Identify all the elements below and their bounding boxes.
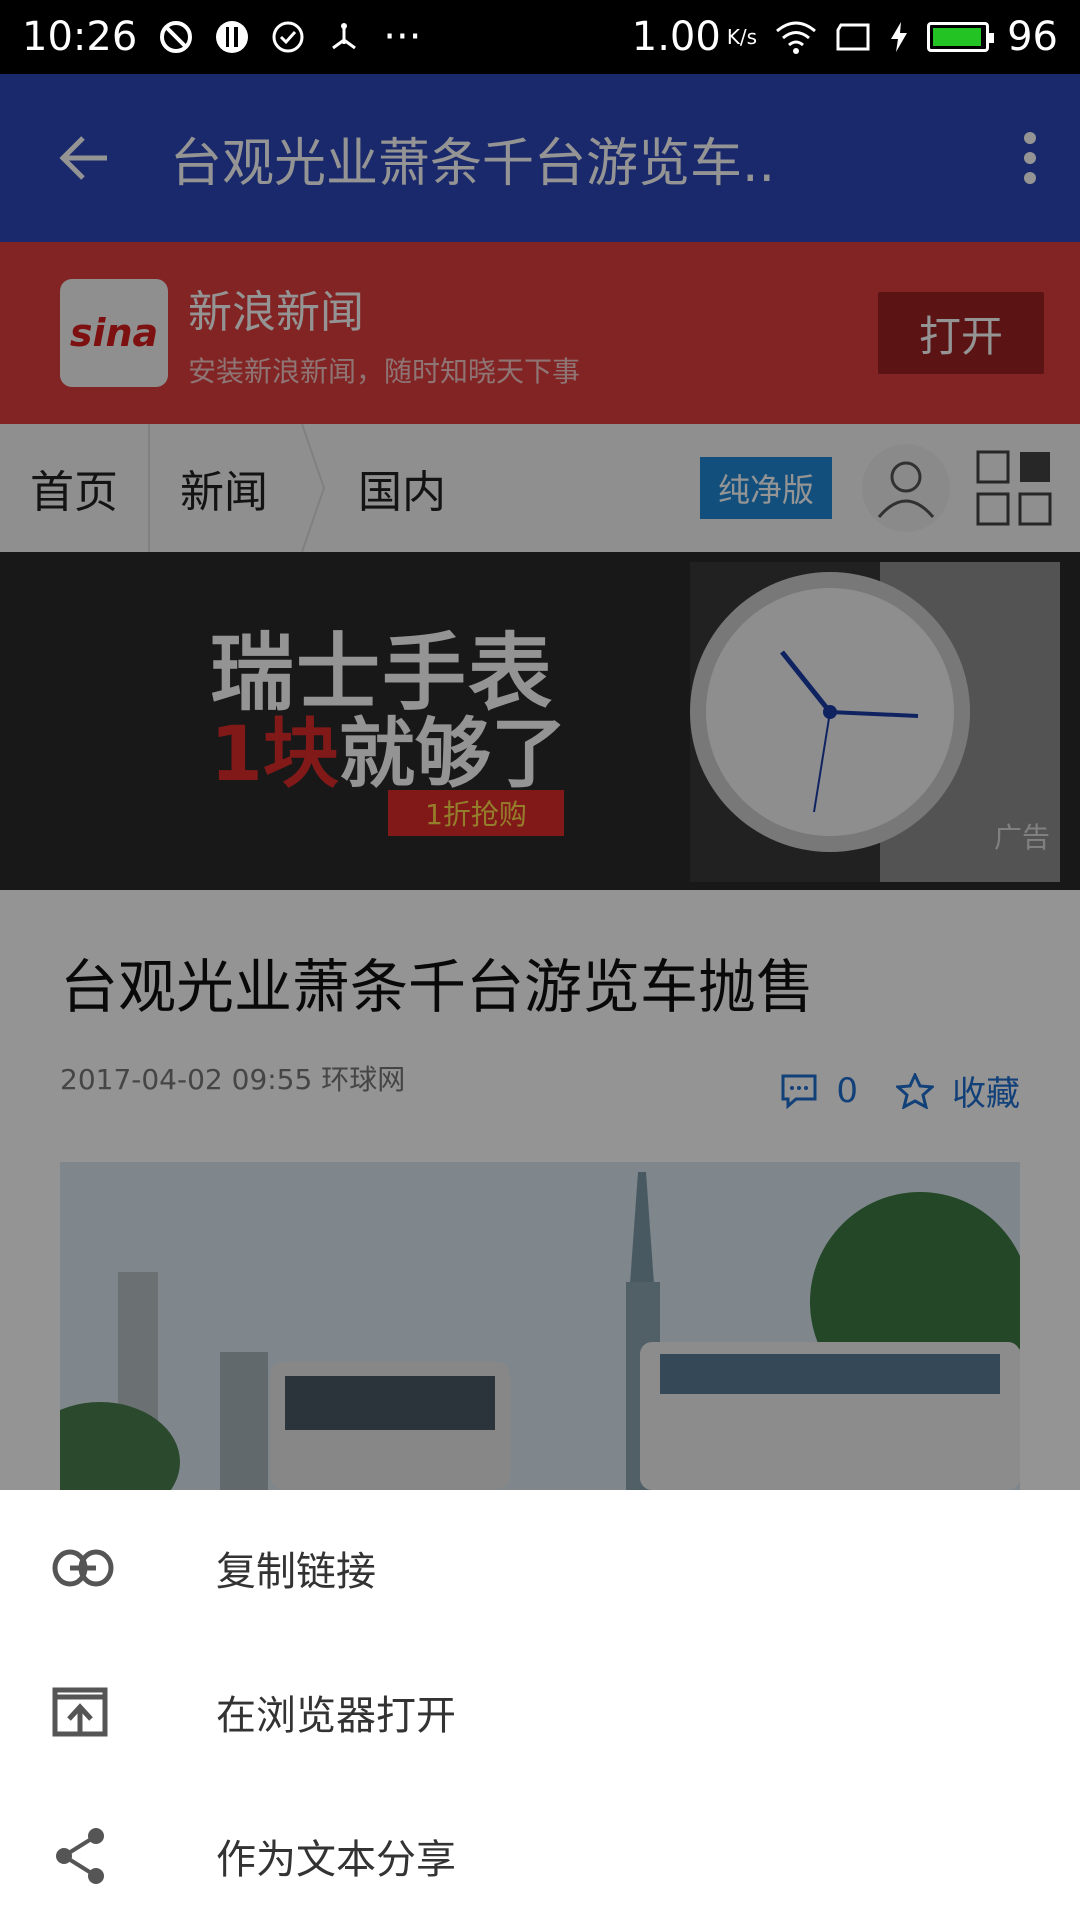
copy-link-item[interactable]: 复制链接 bbox=[0, 1496, 1080, 1640]
network-speed: 1.00 bbox=[631, 14, 721, 60]
charging-icon bbox=[889, 20, 909, 54]
share-bottom-sheet: 复制链接 在浏览器打开 作为文本分享 bbox=[0, 1490, 1080, 1920]
wifi-icon bbox=[775, 19, 817, 55]
more-notifications-icon: ··· bbox=[383, 14, 422, 60]
modal-scrim[interactable] bbox=[0, 74, 1080, 1490]
link-icon bbox=[52, 1549, 114, 1587]
usb-icon bbox=[327, 20, 361, 54]
screen: 10:26 ··· 1.00 K/s 96 台观光业萧条千台游览车.. sina… bbox=[0, 0, 1080, 1920]
share-icon bbox=[56, 1828, 104, 1884]
share-as-text-label: 作为文本分享 bbox=[216, 1837, 456, 1883]
status-time: 10:26 bbox=[22, 14, 138, 60]
do-not-disturb-icon bbox=[159, 20, 193, 54]
open-in-browser-icon bbox=[52, 1687, 108, 1737]
open-in-browser-item[interactable]: 在浏览器打开 bbox=[0, 1640, 1080, 1784]
status-bar: 10:26 ··· 1.00 K/s 96 bbox=[0, 0, 1080, 74]
speed-unit: K/s bbox=[726, 25, 758, 49]
battery-percent: 96 bbox=[1007, 14, 1058, 60]
battery-icon bbox=[927, 22, 995, 52]
open-in-browser-label: 在浏览器打开 bbox=[216, 1693, 456, 1739]
copy-link-label: 复制链接 bbox=[216, 1549, 376, 1595]
share-as-text-item[interactable]: 作为文本分享 bbox=[0, 1784, 1080, 1920]
sim-icon bbox=[835, 22, 871, 52]
check-circle-icon bbox=[271, 20, 305, 54]
restaurant-icon bbox=[215, 20, 249, 54]
